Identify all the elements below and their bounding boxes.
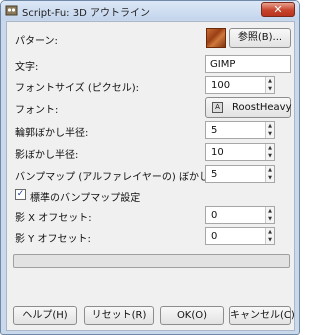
font-row: フォント: A RoostHeavy	[7, 97, 296, 118]
title-bar[interactable]: Script-Fu: 3D アウトライン ✕	[1, 1, 299, 20]
bumpmap-blur-spinner[interactable]: 5 ▲ ▼	[205, 165, 275, 183]
outline-blur-value: 5	[211, 125, 218, 136]
font-name: RoostHeavy	[232, 102, 292, 113]
pattern-preview-swatch[interactable]	[206, 28, 226, 48]
font-icon: A	[212, 102, 223, 113]
pattern-label: パターン:	[15, 36, 58, 47]
default-bumpmap-row[interactable]: ✓ 標準のバンプマップ設定	[7, 185, 296, 205]
shadow-x-label: 影 X オフセット:	[15, 213, 92, 224]
ok-button[interactable]: OK(O)	[160, 306, 224, 325]
progress-bar	[13, 254, 290, 268]
spinner-arrows: ▲ ▼	[265, 166, 274, 182]
dialog-content: パターン: 参照(B)... 文字: GIMP フォントサイズ (ピクセル): …	[6, 21, 295, 331]
shadow-blur-spinner[interactable]: 10 ▲ ▼	[205, 143, 275, 161]
close-button[interactable]: ✕	[261, 2, 295, 17]
spin-up-icon[interactable]: ▲	[266, 77, 274, 85]
text-label: 文字:	[15, 62, 39, 73]
font-label: フォント:	[15, 105, 59, 116]
default-bumpmap-checkbox[interactable]: ✓	[15, 189, 26, 200]
font-size-spinner[interactable]: 100 ▲ ▼	[205, 76, 275, 94]
shadow-blur-label: 影ぼかし半径:	[15, 150, 79, 161]
spinner-arrows: ▲ ▼	[265, 77, 274, 93]
spin-up-icon[interactable]: ▲	[266, 207, 274, 215]
window-title: Script-Fu: 3D アウトライン	[22, 8, 150, 19]
pattern-row: パターン: 参照(B)...	[7, 28, 296, 48]
reset-button[interactable]: リセット(R)	[84, 306, 154, 325]
shadow-blur-row: 影ぼかし半径: 10 ▲ ▼	[7, 142, 296, 162]
font-size-row: フォントサイズ (ピクセル): 100 ▲ ▼	[7, 75, 296, 95]
spin-down-icon[interactable]: ▼	[266, 152, 274, 160]
font-select-button[interactable]: A RoostHeavy	[205, 97, 292, 118]
spin-up-icon[interactable]: ▲	[266, 166, 274, 174]
spin-up-icon[interactable]: ▲	[266, 122, 274, 130]
shadow-y-row: 影 Y オフセット: 0 ▲ ▼	[7, 226, 296, 246]
spinner-arrows: ▲ ▼	[265, 207, 274, 223]
shadow-y-label: 影 Y オフセット:	[15, 234, 91, 245]
shadow-x-value: 0	[211, 210, 218, 221]
default-bumpmap-label: 標準のバンプマップ設定	[30, 193, 141, 204]
bumpmap-blur-row: バンプマップ (アルファレイヤーの) ぼかし半径: 5 ▲ ▼	[7, 164, 296, 184]
spin-up-icon[interactable]: ▲	[266, 228, 274, 236]
dialog-window: Script-Fu: 3D アウトライン ✕ パターン: 参照(B)... 文字…	[0, 0, 300, 335]
spinner-arrows: ▲ ▼	[265, 228, 274, 244]
spinner-arrows: ▲ ▼	[265, 144, 274, 160]
bumpmap-blur-value: 5	[211, 169, 218, 180]
outline-blur-spinner[interactable]: 5 ▲ ▼	[205, 121, 275, 139]
spin-down-icon[interactable]: ▼	[266, 85, 274, 93]
shadow-x-spinner[interactable]: 0 ▲ ▼	[205, 206, 275, 224]
shadow-x-row: 影 X オフセット: 0 ▲ ▼	[7, 205, 296, 225]
font-size-label: フォントサイズ (ピクセル):	[15, 83, 140, 94]
gimp-app-icon	[5, 5, 18, 16]
text-row: 文字: GIMP	[7, 54, 296, 74]
bumpmap-blur-label: バンプマップ (アルファレイヤーの) ぼかし半径:	[15, 172, 233, 183]
shadow-y-spinner[interactable]: 0 ▲ ▼	[205, 227, 275, 245]
spin-down-icon[interactable]: ▼	[266, 130, 274, 138]
spin-down-icon[interactable]: ▼	[266, 215, 274, 223]
shadow-blur-value: 10	[211, 147, 224, 158]
browse-pattern-button[interactable]: 参照(B)...	[229, 28, 291, 48]
text-input[interactable]: GIMP	[205, 55, 291, 73]
shadow-y-value: 0	[211, 231, 218, 242]
spin-down-icon[interactable]: ▼	[266, 236, 274, 244]
outline-blur-label: 輪郭ぼかし半径:	[15, 128, 89, 139]
help-button[interactable]: ヘルプ(H)	[13, 306, 77, 325]
cancel-button[interactable]: キャンセル(C)	[229, 306, 295, 325]
spin-up-icon[interactable]: ▲	[266, 144, 274, 152]
spin-down-icon[interactable]: ▼	[266, 174, 274, 182]
font-size-value: 100	[211, 80, 231, 91]
spinner-arrows: ▲ ▼	[265, 122, 274, 138]
outline-blur-row: 輪郭ぼかし半径: 5 ▲ ▼	[7, 120, 296, 140]
